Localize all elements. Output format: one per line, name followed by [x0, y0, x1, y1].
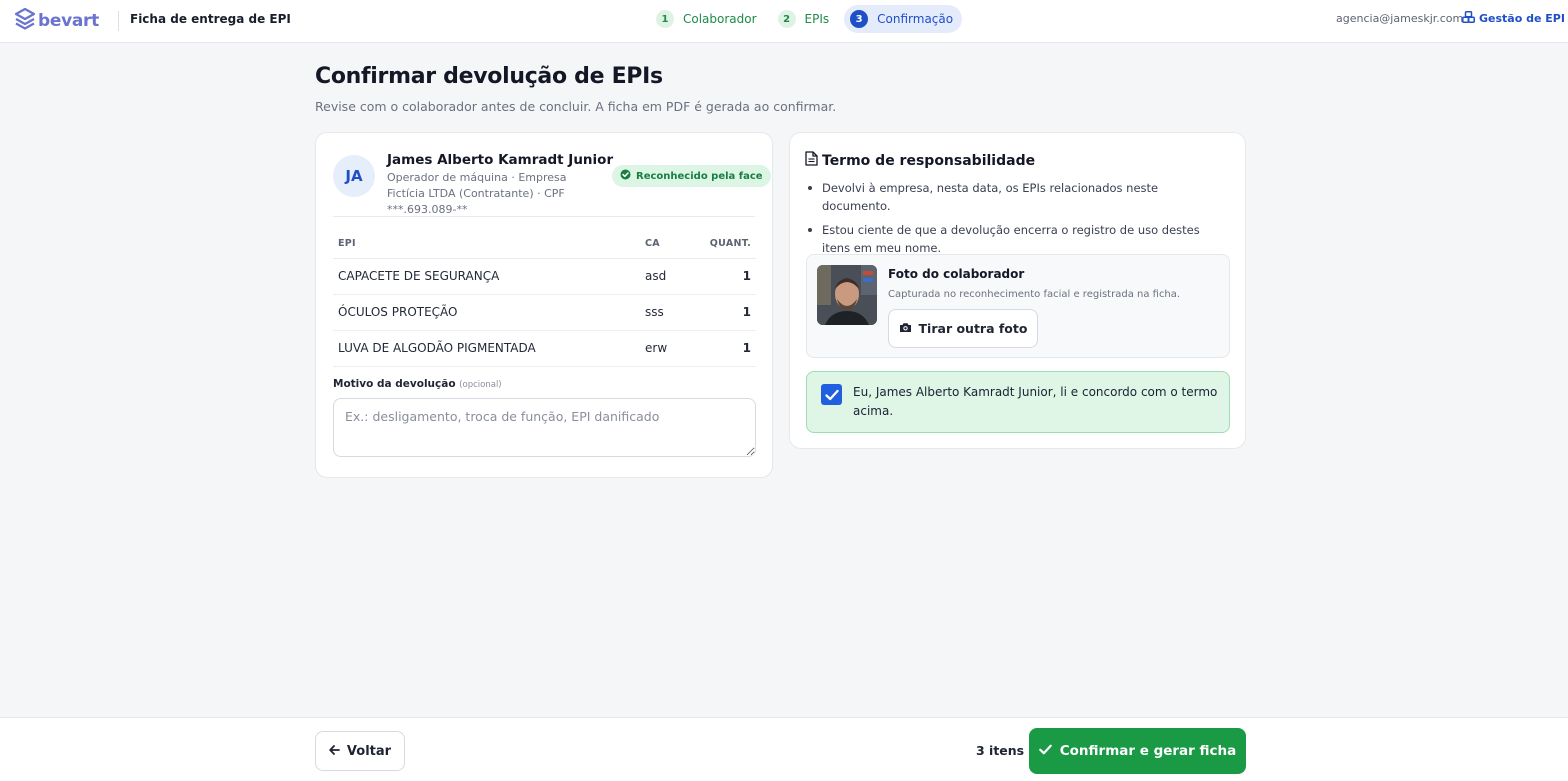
- epi-quantity: 1: [698, 258, 756, 295]
- page-subtitle: Revise com o colaborador antes de conclu…: [315, 99, 837, 114]
- column-header-quantity: QUANT.: [698, 230, 756, 259]
- retake-photo-button[interactable]: Tirar outra foto: [888, 309, 1038, 348]
- agreement-panel[interactable]: Eu, James Alberto Kamradt Junior, li e c…: [806, 371, 1230, 433]
- cubes-icon: [1462, 11, 1475, 26]
- arrow-left-icon: [329, 744, 340, 759]
- confirm-generate-button[interactable]: Confirmar e gerar ficha: [1029, 728, 1246, 774]
- check-icon: [1038, 743, 1052, 759]
- footer-bar: Voltar 3 itens Confirmar e gerar ficha: [0, 717, 1568, 781]
- agreement-text: Eu, James Alberto Kamradt Junior, li e c…: [853, 385, 1218, 418]
- photo-title: Foto do colaborador: [888, 267, 1025, 281]
- step-label: Confirmação: [877, 12, 954, 26]
- layers-icon: [14, 7, 36, 34]
- employee-card: JA James Alberto Kamradt Junior Operador…: [315, 132, 773, 478]
- term-item: Devolvi à empresa, nesta data, os EPIs r…: [806, 179, 1226, 215]
- page-title: Confirmar devolução de EPIs: [315, 64, 663, 89]
- gestao-epi-link[interactable]: Gestão de EPI: [1462, 11, 1565, 26]
- confirm-label: Confirmar e gerar ficha: [1059, 743, 1237, 759]
- face-recognized-badge: Reconhecido pela face: [612, 165, 771, 187]
- check-circle-icon: [620, 169, 631, 183]
- retake-label: Tirar outra foto: [918, 321, 1028, 336]
- stepper: 1 Colaborador 2 EPIs 3 Confirmação: [650, 5, 963, 33]
- step-number: 3: [850, 10, 869, 28]
- step-epis[interactable]: 2 EPIs: [772, 5, 839, 33]
- employee-name: James Alberto Kamradt Junior: [387, 152, 614, 168]
- top-bar: bevart Ficha de entrega de EPI 1 Colabor…: [0, 0, 1568, 43]
- step-label: EPIs: [804, 12, 830, 26]
- epi-table: EPI CA QUANT. CAPACETE DE SEGURANÇA asd …: [333, 230, 756, 367]
- step-label: Colaborador: [683, 12, 757, 26]
- epi-ca: asd: [640, 258, 698, 295]
- epi-ca: sss: [640, 294, 698, 331]
- epi-quantity: 1: [698, 330, 756, 367]
- header-divider: [118, 11, 119, 31]
- term-title-text: Termo de responsabilidade: [822, 152, 1036, 169]
- user-email: agencia@jameskjr.com: [1336, 12, 1464, 25]
- step-confirmacao[interactable]: 3 Confirmação: [844, 5, 963, 33]
- photo-subtitle: Capturada no reconhecimento facial e reg…: [888, 289, 1181, 300]
- step-number: 2: [777, 10, 796, 28]
- epi-ca: erw: [640, 330, 698, 367]
- term-list: Devolvi à empresa, nesta data, os EPIs r…: [806, 179, 1226, 263]
- table-header-row: EPI CA QUANT.: [333, 230, 756, 259]
- table-row: CAPACETE DE SEGURANÇA asd 1: [333, 258, 756, 295]
- term-title: Termo de responsabilidade: [805, 151, 1035, 170]
- app-title: Ficha de entrega de EPI: [130, 12, 291, 26]
- avatar: JA: [333, 155, 375, 197]
- optional-hint: (opcional): [459, 380, 502, 390]
- table-row: LUVA DE ALGODÃO PIGMENTADA erw 1: [333, 330, 756, 367]
- gestao-label: Gestão de EPI: [1479, 12, 1565, 25]
- back-label: Voltar: [346, 743, 392, 759]
- epi-quantity: 1: [698, 294, 756, 331]
- motivo-label-text: Motivo da devolução: [333, 378, 456, 390]
- back-button[interactable]: Voltar: [315, 731, 405, 771]
- step-number: 1: [656, 10, 674, 28]
- term-card: Termo de responsabilidade Devolvi à empr…: [789, 132, 1246, 449]
- item-count: 3 itens: [976, 743, 1025, 758]
- document-icon: [805, 151, 818, 170]
- logo[interactable]: bevart: [14, 7, 99, 34]
- motivo-textarea[interactable]: [333, 398, 756, 457]
- employee-photo: [817, 265, 877, 325]
- table-row: ÓCULOS PROTEÇÃO sss 1: [333, 294, 756, 331]
- column-header-ca: CA: [640, 230, 698, 259]
- photo-panel: Foto do colaborador Capturada no reconhe…: [806, 254, 1230, 358]
- employee-meta: Operador de máquina · Empresa Fictícia L…: [387, 171, 567, 216]
- epi-name: CAPACETE DE SEGURANÇA: [333, 258, 640, 295]
- face-badge-label: Reconhecido pela face: [636, 170, 763, 182]
- camera-icon: [899, 321, 912, 336]
- term-item: Estou ciente de que a devolução encerra …: [806, 221, 1226, 257]
- divider: [333, 216, 755, 217]
- step-colaborador[interactable]: 1 Colaborador: [650, 5, 766, 33]
- logo-text: bevart: [38, 11, 99, 31]
- epi-name: LUVA DE ALGODÃO PIGMENTADA: [333, 330, 640, 367]
- agreement-checkbox[interactable]: [821, 384, 842, 405]
- motivo-label: Motivo da devolução (opcional): [333, 378, 502, 390]
- column-header-epi: EPI: [333, 230, 640, 259]
- epi-name: ÓCULOS PROTEÇÃO: [333, 294, 640, 331]
